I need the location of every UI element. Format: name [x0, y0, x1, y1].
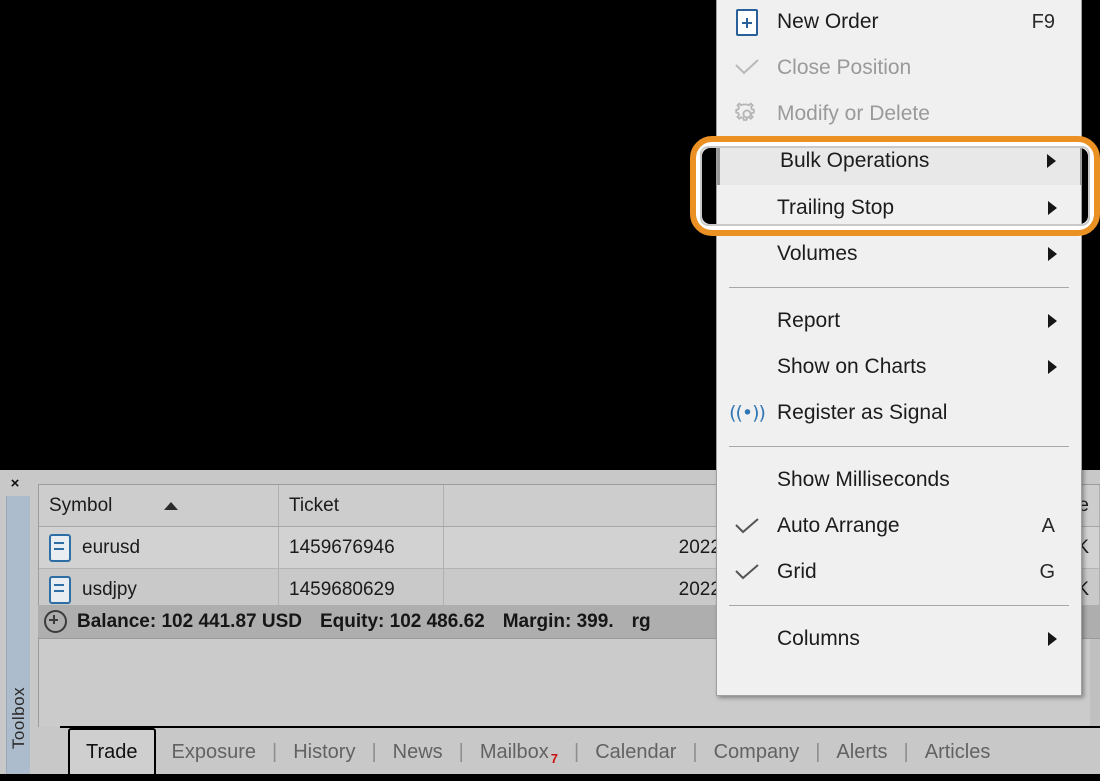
- chevron-right-icon: [1048, 247, 1057, 261]
- cell-symbol-label: eurusd: [82, 537, 140, 559]
- menu-item-trailing-stop-label: Trailing Stop: [777, 196, 1048, 220]
- menu-item-show-milliseconds-label: Show Milliseconds: [777, 468, 1055, 492]
- signal-icon: ((•)): [717, 402, 777, 424]
- menu-item-modify-or-delete-label: Modify or Delete: [777, 102, 1055, 126]
- menu-item-register-as-signal-label: Register as Signal: [777, 401, 1055, 425]
- tab-history[interactable]: History: [277, 730, 371, 774]
- sort-ascending-icon: [164, 502, 178, 510]
- menu-item-columns-label: Columns: [777, 627, 1048, 651]
- summary-balance: Balance: 102 441.87 USD: [77, 611, 302, 633]
- menu-separator: [729, 446, 1069, 447]
- chevron-right-icon: [1048, 360, 1057, 374]
- status-badge: 7: [551, 751, 558, 766]
- menu-item-columns[interactable]: Columns: [717, 616, 1081, 662]
- menu-item-show-milliseconds[interactable]: Show Milliseconds: [717, 457, 1081, 503]
- menu-item-grid-accel: G: [1039, 561, 1081, 584]
- cell-symbol: eurusd: [39, 527, 279, 568]
- menu-item-new-order[interactable]: New Order F9: [717, 0, 1081, 45]
- menu-item-report[interactable]: Report: [717, 298, 1081, 344]
- chevron-right-icon: [1048, 632, 1057, 646]
- context-menu: New Order F9 Close Position Modify or De…: [716, 0, 1082, 696]
- tab-alerts[interactable]: Alerts: [820, 730, 903, 774]
- menu-item-grid-label: Grid: [777, 560, 1039, 584]
- close-icon[interactable]: ×: [0, 470, 30, 496]
- menu-item-auto-arrange[interactable]: Auto Arrange A: [717, 503, 1081, 549]
- cell-ticket: 1459680629: [279, 569, 444, 610]
- summary-overflow: rg: [632, 611, 651, 633]
- menu-item-trailing-stop[interactable]: Trailing Stop: [717, 185, 1081, 231]
- chevron-right-icon: [1048, 314, 1057, 328]
- checkmark-icon: [717, 564, 777, 580]
- chevron-right-icon: [1048, 201, 1057, 215]
- tab-exposure[interactable]: Exposure: [156, 730, 273, 774]
- checkmark-icon-svg: [734, 518, 760, 534]
- tab-calendar[interactable]: Calendar: [579, 730, 692, 774]
- menu-item-show-on-charts[interactable]: Show on Charts: [717, 344, 1081, 390]
- toolbox-side-strip: × Toolbox: [0, 470, 30, 774]
- summary-equity: Equity: 102 486.62: [320, 611, 485, 633]
- chevron-right-icon: [1047, 154, 1056, 168]
- checkmark-icon: [717, 518, 777, 534]
- check-icon-svg: [733, 59, 761, 77]
- checkmark-icon-svg: [734, 564, 760, 580]
- cell-symbol-label: usdjpy: [82, 579, 137, 601]
- menu-item-bulk-operations-label: Bulk Operations: [780, 149, 1047, 173]
- menu-item-auto-arrange-label: Auto Arrange: [777, 514, 1042, 538]
- menu-item-report-label: Report: [777, 309, 1048, 333]
- column-header-symbol[interactable]: Symbol: [39, 485, 279, 526]
- gear-icon-svg: [734, 101, 760, 127]
- tab-company[interactable]: Company: [698, 730, 816, 774]
- expand-icon[interactable]: [44, 610, 67, 633]
- menu-item-volumes-label: Volumes: [777, 242, 1048, 266]
- position-icon: [49, 576, 71, 604]
- check-icon: [717, 59, 777, 77]
- position-icon: [49, 534, 71, 562]
- menu-item-modify-or-delete: Modify or Delete: [717, 91, 1081, 137]
- menu-separator: [729, 287, 1069, 288]
- menu-item-volumes[interactable]: Volumes: [717, 231, 1081, 277]
- menu-item-auto-arrange-accel: A: [1042, 515, 1081, 538]
- tab-news[interactable]: News: [377, 730, 459, 774]
- toolbox-vertical-tab[interactable]: Toolbox: [6, 496, 31, 774]
- menu-item-new-order-accel: F9: [1032, 11, 1081, 34]
- column-header-ticket[interactable]: Ticket: [279, 485, 444, 526]
- tab-articles[interactable]: Articles: [909, 730, 1007, 774]
- toolbox-vertical-label: Toolbox: [9, 666, 29, 770]
- menu-item-close-position-label: Close Position: [777, 56, 1055, 80]
- cell-symbol: usdjpy: [39, 569, 279, 610]
- new-order-icon: [717, 9, 777, 36]
- cell-ticket: 1459676946: [279, 527, 444, 568]
- menu-item-register-as-signal[interactable]: ((•)) Register as Signal: [717, 390, 1081, 436]
- summary-margin: Margin: 399.: [503, 611, 614, 633]
- menu-item-new-order-label: New Order: [777, 10, 1032, 34]
- tab-mailbox-label: Mailbox: [480, 741, 549, 763]
- menu-item-close-position: Close Position: [717, 45, 1081, 91]
- toolbox-tabbar: Trade Exposure | History | News | Mailbo…: [60, 726, 1100, 774]
- menu-item-show-on-charts-label: Show on Charts: [777, 355, 1048, 379]
- column-header-symbol-label: Symbol: [49, 495, 112, 517]
- tab-mailbox[interactable]: Mailbox7: [464, 730, 574, 774]
- vertical-scrollbar[interactable]: [1090, 639, 1100, 727]
- menu-item-bulk-operations[interactable]: Bulk Operations: [717, 137, 1081, 185]
- gear-icon: [717, 101, 777, 127]
- tab-trade[interactable]: Trade: [68, 728, 156, 774]
- menu-separator: [729, 605, 1069, 606]
- menu-item-grid[interactable]: Grid G: [717, 549, 1081, 595]
